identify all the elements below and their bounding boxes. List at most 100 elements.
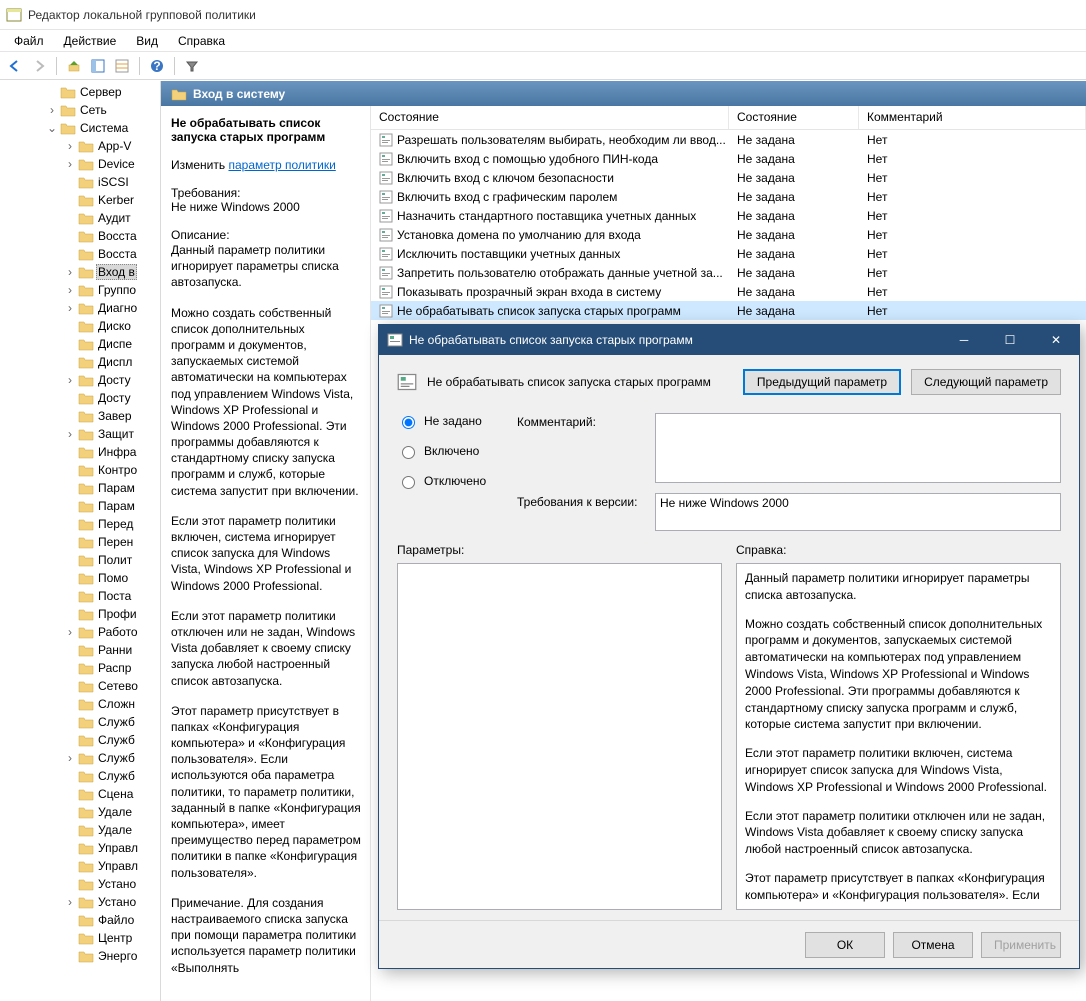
tree-item[interactable]: Удале	[0, 821, 160, 839]
tree-item[interactable]: Диско	[0, 317, 160, 335]
tree-item[interactable]: Контро	[0, 461, 160, 479]
tree-item[interactable]: Ранни	[0, 641, 160, 659]
radio-enabled[interactable]: Включено	[397, 443, 497, 459]
tree-item[interactable]: Центр	[0, 929, 160, 947]
expand-icon[interactable]: ›	[64, 895, 76, 909]
tree-item[interactable]: Поста	[0, 587, 160, 605]
tree-item[interactable]: Удале	[0, 803, 160, 821]
col-comment[interactable]: Комментарий	[859, 106, 1086, 129]
back-button[interactable]	[4, 55, 26, 77]
tree-item[interactable]: ›Устано	[0, 893, 160, 911]
tree-item[interactable]: Управл	[0, 857, 160, 875]
tree-item[interactable]: Сложн	[0, 695, 160, 713]
apply-button[interactable]: Применить	[981, 932, 1061, 958]
tree-item[interactable]: Энерго	[0, 947, 160, 965]
setting-row[interactable]: Включить вход с графическим паролемНе за…	[371, 187, 1086, 206]
ok-button[interactable]: ОК	[805, 932, 885, 958]
minimize-button[interactable]: ─	[941, 325, 987, 355]
expand-icon[interactable]: ›	[64, 157, 76, 171]
next-setting-button[interactable]: Следующий параметр	[911, 369, 1061, 395]
tree-item[interactable]: Управл	[0, 839, 160, 857]
tree-item[interactable]: Профи	[0, 605, 160, 623]
radio-not-configured[interactable]: Не задано	[397, 413, 497, 429]
tree-item[interactable]: Сцена	[0, 785, 160, 803]
tree-item[interactable]: Помо	[0, 569, 160, 587]
cancel-button[interactable]: Отмена	[893, 932, 973, 958]
comment-textarea[interactable]	[655, 413, 1061, 483]
maximize-button[interactable]: ☐	[987, 325, 1033, 355]
tree-item[interactable]: ›Device	[0, 155, 160, 173]
expand-icon[interactable]: ›	[64, 625, 76, 639]
tree-item[interactable]: ›App-V	[0, 137, 160, 155]
col-state[interactable]: Состояние	[729, 106, 859, 129]
tree-item[interactable]: ›Группо	[0, 281, 160, 299]
expand-icon[interactable]: ›	[64, 265, 76, 279]
close-button[interactable]: ✕	[1033, 325, 1079, 355]
edit-policy-link[interactable]: параметр политики	[228, 158, 335, 172]
expand-icon[interactable]: ›	[64, 373, 76, 387]
help-button[interactable]: ?	[146, 55, 168, 77]
tree-item[interactable]: Инфра	[0, 443, 160, 461]
tree-item[interactable]: ›Диагно	[0, 299, 160, 317]
list-view-button[interactable]	[111, 55, 133, 77]
tree-item[interactable]: Сетево	[0, 677, 160, 695]
col-name[interactable]: Состояние	[371, 106, 729, 129]
previous-setting-button[interactable]: Предыдущий параметр	[743, 369, 901, 395]
radio-not-configured-input[interactable]	[402, 416, 415, 429]
tree-item[interactable]: ›Защит	[0, 425, 160, 443]
tree-item[interactable]: Перен	[0, 533, 160, 551]
expand-icon[interactable]: ›	[64, 283, 76, 297]
tree-item[interactable]: Файло	[0, 911, 160, 929]
tree-item[interactable]: Сервер	[0, 83, 160, 101]
expand-icon[interactable]: ›	[64, 139, 76, 153]
tree-item[interactable]: Перед	[0, 515, 160, 533]
tree-item[interactable]: Полит	[0, 551, 160, 569]
tree-item[interactable]: Досту	[0, 389, 160, 407]
setting-row[interactable]: Назначить стандартного поставщика учетны…	[371, 206, 1086, 225]
setting-row[interactable]: Установка домена по умолчанию для входаН…	[371, 225, 1086, 244]
setting-row[interactable]: Исключить поставщики учетных данныхНе за…	[371, 244, 1086, 263]
radio-enabled-input[interactable]	[402, 446, 415, 459]
tree-item[interactable]: Диспе	[0, 335, 160, 353]
tree-item[interactable]: Устано	[0, 875, 160, 893]
expand-icon[interactable]: ›	[64, 427, 76, 441]
setting-row[interactable]: Включить вход с ключом безопасностиНе за…	[371, 168, 1086, 187]
expand-icon[interactable]: ›	[46, 103, 58, 117]
setting-row[interactable]: Показывать прозрачный экран входа в сист…	[371, 282, 1086, 301]
expand-icon[interactable]: ›	[64, 751, 76, 765]
tree-item[interactable]: ⌄Система	[0, 119, 160, 137]
tree-item[interactable]: Аудит	[0, 209, 160, 227]
tree-item[interactable]: Парам	[0, 497, 160, 515]
tree-item[interactable]: Восста	[0, 227, 160, 245]
tree-item[interactable]: iSCSI	[0, 173, 160, 191]
setting-row[interactable]: Запретить пользователю отображать данные…	[371, 263, 1086, 282]
tree-item[interactable]: Служб	[0, 767, 160, 785]
filter-button[interactable]	[181, 55, 203, 77]
tree-item[interactable]: ›Вход в	[0, 263, 160, 281]
tree-item[interactable]: ›Служб	[0, 749, 160, 767]
tree-item[interactable]: Служб	[0, 731, 160, 749]
radio-disabled[interactable]: Отключено	[397, 473, 497, 489]
tree-item[interactable]: ›Работо	[0, 623, 160, 641]
setting-row[interactable]: Не обрабатывать список запуска старых пр…	[371, 301, 1086, 320]
tree-item[interactable]: Диспл	[0, 353, 160, 371]
up-button[interactable]	[63, 55, 85, 77]
tree-item[interactable]: Kerber	[0, 191, 160, 209]
tree-item[interactable]: Восста	[0, 245, 160, 263]
menu-Справка[interactable]: Справка	[168, 32, 235, 50]
tree-item[interactable]: Распр	[0, 659, 160, 677]
menu-Файл[interactable]: Файл	[4, 32, 54, 50]
menu-Вид[interactable]: Вид	[126, 32, 168, 50]
expand-icon[interactable]: ⌄	[46, 121, 58, 135]
tree-item[interactable]: Служб	[0, 713, 160, 731]
forward-button[interactable]	[28, 55, 50, 77]
menu-Действие[interactable]: Действие	[54, 32, 127, 50]
setting-row[interactable]: Разрешать пользователям выбирать, необхо…	[371, 130, 1086, 149]
tree-item[interactable]: Парам	[0, 479, 160, 497]
expand-icon[interactable]: ›	[64, 301, 76, 315]
tree-item[interactable]: ›Досту	[0, 371, 160, 389]
tree-item[interactable]: ›Сеть	[0, 101, 160, 119]
tree-item[interactable]: Завер	[0, 407, 160, 425]
setting-row[interactable]: Включить вход с помощью удобного ПИН-код…	[371, 149, 1086, 168]
radio-disabled-input[interactable]	[402, 476, 415, 489]
